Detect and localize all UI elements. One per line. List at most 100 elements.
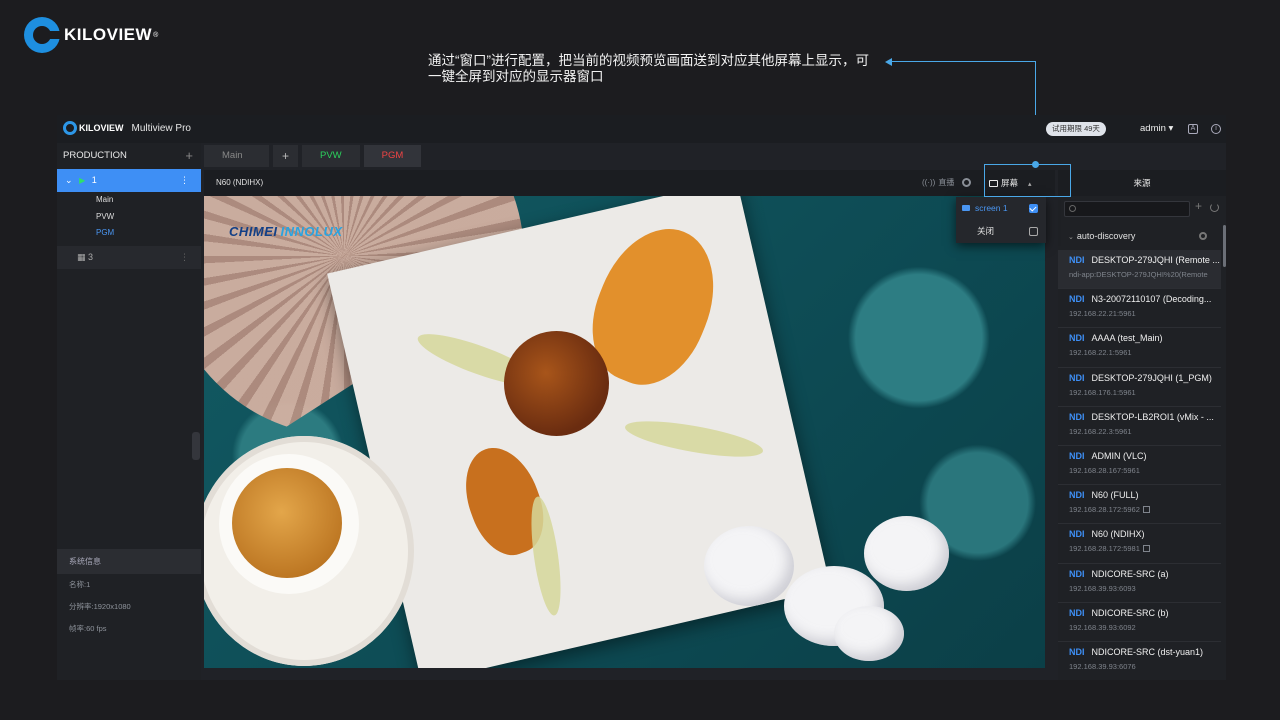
source-item[interactable]: NDI N60 (FULL) 192.168.28.172:5962 <box>1058 485 1221 525</box>
source-name: NDICORE-SRC (a) <box>1091 568 1169 579</box>
watermark-text-b: INNOLUX <box>280 224 343 239</box>
tab-pgm[interactable]: PGM <box>363 145 422 167</box>
source-item[interactable]: NDI ADMIN (VLC) 192.168.28.167:5961 <box>1058 446 1221 486</box>
grid-icon: ▦ <box>77 251 86 262</box>
source-address: 192.168.39.93:6092 <box>1069 622 1136 632</box>
kiloview-logo-mark <box>24 17 61 53</box>
source-item[interactable]: NDI NDICORE-SRC (a) 192.168.39.93:6093 <box>1058 564 1221 603</box>
source-item[interactable]: NDI AAAA (test_Main) 192.168.22.1:5961 <box>1058 328 1221 368</box>
source-name: N3-20072110107 (Decoding... <box>1091 294 1212 305</box>
preview-image-flower <box>864 516 949 591</box>
source-item[interactable]: NDI DESKTOP-279JQHI (1_PGM) 192.168.176.1… <box>1058 368 1221 407</box>
callout-dot <box>1032 161 1039 168</box>
settings-gear-icon[interactable] <box>962 178 971 187</box>
ndi-tag: NDI <box>1069 450 1085 461</box>
system-info-resolution: 分辨率:1920x1080 <box>69 602 131 611</box>
source-address: 192.168.39.93:6076 <box>1069 661 1136 671</box>
app-logo-icon <box>63 121 77 135</box>
screen-option-screen-1[interactable]: screen 1 <box>956 197 1046 220</box>
add-production-button[interactable]: + <box>185 143 193 169</box>
source-name: N60 (FULL) <box>1091 490 1139 501</box>
add-tab-button[interactable]: + <box>273 145 298 167</box>
tab-main[interactable]: Main <box>204 145 269 167</box>
tree-subitem-main[interactable]: Main <box>57 192 201 209</box>
brand-registered-mark: ® <box>153 31 159 39</box>
brand-name: KILOVIEW <box>64 25 153 44</box>
font-size-icon[interactable]: A <box>1188 124 1198 134</box>
production-panel: PRODUCTION + ⌄ ▶ 1 ⋮ Main PVW PGM ▦ 3 ⋮ … <box>57 143 201 680</box>
source-item[interactable]: NDI DESKTOP-LB2ROI1 (vMix - ... 192.168.2… <box>1058 407 1221 446</box>
source-name: DESKTOP-LB2ROI1 (vMix - ... <box>1091 411 1214 422</box>
preview-image-dish <box>504 331 609 436</box>
callout-arrowhead <box>885 58 892 66</box>
screen-option-label: screen 1 <box>975 203 1008 213</box>
left-collapse-handle[interactable] <box>192 432 200 460</box>
trial-badge: 试用期限 49天 <box>1046 122 1106 136</box>
system-info-name: 名称:1 <box>69 580 91 589</box>
sources-scrollbar[interactable] <box>1223 225 1226 267</box>
user-menu[interactable]: admin ▾ <box>1140 123 1173 134</box>
source-item[interactable]: NDI NDICORE-SRC (b) 192.168.39.93:6092 <box>1058 603 1221 642</box>
monitor-icon <box>962 205 970 211</box>
source-address: 192.168.22.21:5961 <box>1069 309 1136 319</box>
video-watermark-logo: CHIMEI INNOLUX <box>229 224 343 239</box>
source-item[interactable]: NDI N3-20072110107 (Decoding... 192.168.2… <box>1058 289 1221 329</box>
source-search-input[interactable] <box>1064 201 1190 217</box>
tab-pvw[interactable]: PVW <box>302 145 360 167</box>
source-name: DESKTOP-279JQHI (Remote ... <box>1091 255 1220 265</box>
checkbox-checked[interactable] <box>1029 204 1038 213</box>
add-source-button[interactable]: + <box>1195 199 1202 213</box>
production-header: PRODUCTION + <box>57 143 201 169</box>
source-name: NDICORE-SRC (b) <box>1091 607 1169 618</box>
source-group-auto-discovery[interactable]: ⌄ auto-discovery <box>1058 223 1221 249</box>
source-address: 192.168.39.93:6093 <box>1069 583 1136 593</box>
source-name: N60 (NDIHX) <box>1091 529 1145 540</box>
source-list: NDI DESKTOP-279JQHI (Remote ... ndi-app:D… <box>1058 250 1221 680</box>
refresh-icon[interactable] <box>1210 203 1219 212</box>
gear-icon[interactable] <box>1199 232 1207 240</box>
chevron-down-icon[interactable]: ⌄ <box>65 175 73 185</box>
ndi-tag: NDI <box>1069 529 1085 540</box>
search-icon <box>1069 205 1076 212</box>
checkbox-unchecked[interactable] <box>1029 227 1038 236</box>
app-title: Multiview Pro <box>131 122 191 134</box>
annotation-text: 通过“窗口”进行配置，把当前的视频预览画面送到对应其他屏幕上显示，可一键全屏到对… <box>428 53 869 84</box>
play-icon: ▶ <box>79 176 86 185</box>
sources-panel: 来源 + ⌄ auto-discovery NDI DESKTOP-279JQHI … <box>1058 170 1226 680</box>
ndi-tag: NDI <box>1069 568 1085 579</box>
source-item[interactable]: NDI N60 (NDIHX) 192.168.28.172:5981 <box>1058 524 1221 564</box>
multiview-app-window: KILOVIEW Multiview Pro 试用期限 49天 admin ▾ … <box>57 115 1226 680</box>
external-link-icon[interactable] <box>1142 545 1150 553</box>
tree-subitem-pgm[interactable]: PGM <box>57 225 201 242</box>
source-group-label: auto-discovery <box>1076 231 1136 241</box>
screen-option-close[interactable]: 关闭 <box>956 220 1046 243</box>
source-address: 192.168.28.172:5981 <box>1069 544 1140 554</box>
watermark-text-a: CHIMEI <box>229 224 278 239</box>
ndi-tag: NDI <box>1069 646 1085 657</box>
more-options-icon[interactable]: ⋮ <box>180 246 189 269</box>
callout-highlight-box <box>984 164 1071 197</box>
app-logo-text: KILOVIEW <box>79 123 124 133</box>
source-address: 192.168.22.3:5961 <box>1069 426 1132 436</box>
ndi-tag: NDI <box>1069 490 1085 501</box>
ndi-tag: NDI <box>1069 294 1085 305</box>
app-header: KILOVIEW Multiview Pro 试用期限 49天 admin ▾ … <box>57 115 1226 143</box>
source-address: 192.168.28.167:5961 <box>1069 465 1140 475</box>
source-item[interactable]: NDI DESKTOP-279JQHI (Remote ... ndi-app:D… <box>1058 250 1221 290</box>
video-preview[interactable]: CHIMEI INNOLUX <box>204 196 1045 668</box>
external-link-icon[interactable] <box>1142 506 1150 514</box>
system-info-panel: 系统信息 名称:1 分辨率:1920x1080 帧率:60 fps <box>57 549 201 680</box>
system-info-title: 系统信息 <box>57 549 201 574</box>
kiloview-logo: KILOVIEW ® <box>24 17 158 53</box>
chevron-down-icon: ⌄ <box>1068 234 1074 241</box>
info-icon[interactable]: i <box>1211 124 1221 134</box>
ndi-tag: NDI <box>1069 372 1085 383</box>
source-item[interactable]: NDI NDICORE-SRC (dst-yuan1) 192.168.39.93… <box>1058 642 1221 680</box>
tree-item-3[interactable]: ▦ 3 ⋮ <box>57 245 201 269</box>
live-button[interactable]: ((·)) 直播 <box>922 170 954 196</box>
tree-item-1[interactable]: ⌄ ▶ 1 ⋮ <box>57 169 201 192</box>
tree-subitem-pvw[interactable]: PVW <box>57 209 201 226</box>
production-title: PRODUCTION <box>63 150 127 161</box>
live-label: 直播 <box>938 178 955 187</box>
more-options-icon[interactable]: ⋮ <box>180 169 189 192</box>
